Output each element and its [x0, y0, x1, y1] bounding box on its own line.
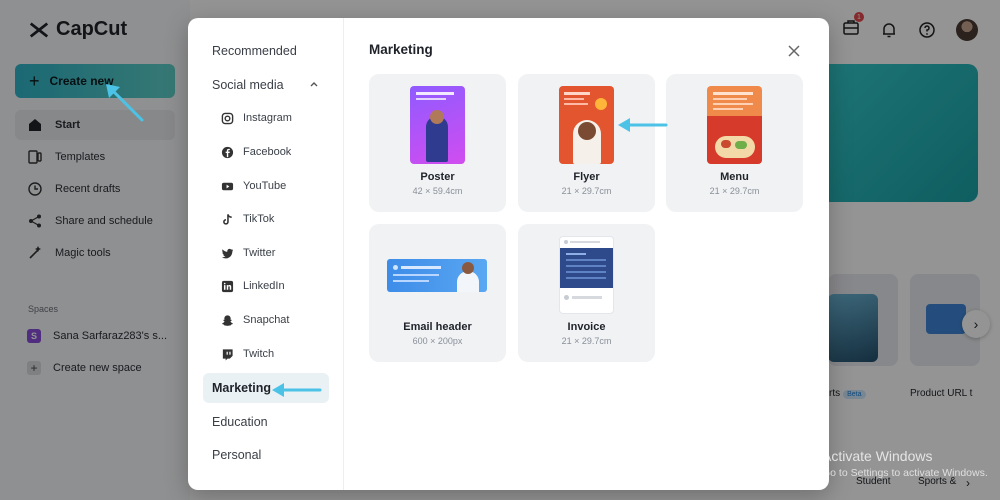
template-name: Flyer — [573, 171, 600, 183]
template-tile-flyer[interactable]: Flyer 21 × 29.7cm — [518, 74, 655, 212]
instagram-icon — [221, 112, 234, 124]
social-item-tiktok[interactable]: TikTok — [221, 206, 274, 232]
template-size: 600 × 200px — [412, 336, 463, 346]
social-item-label: Facebook — [243, 146, 292, 158]
template-name: Menu — [720, 171, 749, 183]
category-label: Social media — [212, 78, 284, 92]
category-recommended[interactable]: Recommended — [203, 36, 329, 66]
poster-thumbnail — [410, 86, 465, 164]
modal-title: Marketing — [369, 42, 433, 57]
linkedin-icon — [221, 280, 234, 292]
activate-windows-subtitle: Go to Settings to activate Windows. — [822, 467, 988, 479]
invoice-thumbnail — [559, 236, 614, 314]
social-item-label: Twitter — [243, 247, 276, 259]
social-item-instagram[interactable]: Instagram — [221, 105, 292, 131]
template-name: Email header — [403, 321, 472, 333]
template-name: Poster — [420, 171, 455, 183]
create-new-modal: Recommended Social media Instagram Faceb… — [188, 18, 829, 490]
social-item-facebook[interactable]: Facebook — [221, 139, 291, 165]
template-tile-poster[interactable]: Poster 42 × 59.4cm — [369, 74, 506, 212]
template-tile-menu[interactable]: Menu 21 × 29.7cm — [666, 74, 803, 212]
flyer-thumbnail — [559, 86, 614, 164]
twitter-icon — [221, 248, 234, 258]
category-sidebar: Recommended Social media Instagram Faceb… — [188, 18, 344, 490]
social-item-linkedin[interactable]: LinkedIn — [221, 273, 285, 299]
close-icon[interactable] — [787, 44, 801, 58]
annotation-arrow-icon — [618, 118, 668, 132]
social-item-label: Twitch — [243, 348, 275, 360]
chevron-up-icon — [310, 82, 318, 87]
activate-windows-title: Activate Windows — [822, 448, 933, 464]
facebook-icon — [221, 146, 234, 158]
annotation-arrow-icon — [106, 84, 144, 122]
social-item-youtube[interactable]: YouTube — [221, 173, 286, 199]
tiktok-icon — [223, 213, 232, 225]
social-item-twitter[interactable]: Twitter — [221, 240, 275, 266]
email-header-thumbnail — [387, 259, 487, 292]
twitch-icon — [222, 348, 233, 361]
annotation-arrow-icon — [272, 383, 322, 397]
template-tile-invoice[interactable]: Invoice 21 × 29.7cm — [518, 224, 655, 362]
category-social-media[interactable]: Social media — [203, 70, 329, 100]
social-item-label: Snapchat — [243, 314, 290, 326]
snapchat-icon — [221, 314, 234, 326]
menu-thumbnail — [707, 86, 762, 164]
category-personal[interactable]: Personal — [203, 440, 329, 470]
template-size: 21 × 29.7cm — [709, 186, 760, 196]
social-item-label: YouTube — [243, 180, 287, 192]
social-item-twitch[interactable]: Twitch — [221, 341, 274, 367]
social-item-snapchat[interactable]: Snapchat — [221, 307, 289, 333]
template-tile-email-header[interactable]: Email header 600 × 200px — [369, 224, 506, 362]
template-size: 21 × 29.7cm — [561, 186, 612, 196]
social-item-label: TikTok — [243, 213, 275, 225]
category-education[interactable]: Education — [203, 407, 329, 437]
social-item-label: Instagram — [243, 112, 292, 124]
template-size: 21 × 29.7cm — [561, 336, 612, 346]
template-size: 42 × 59.4cm — [412, 186, 463, 196]
template-name: Invoice — [567, 321, 606, 333]
youtube-icon — [221, 182, 234, 190]
social-item-label: LinkedIn — [243, 280, 285, 292]
